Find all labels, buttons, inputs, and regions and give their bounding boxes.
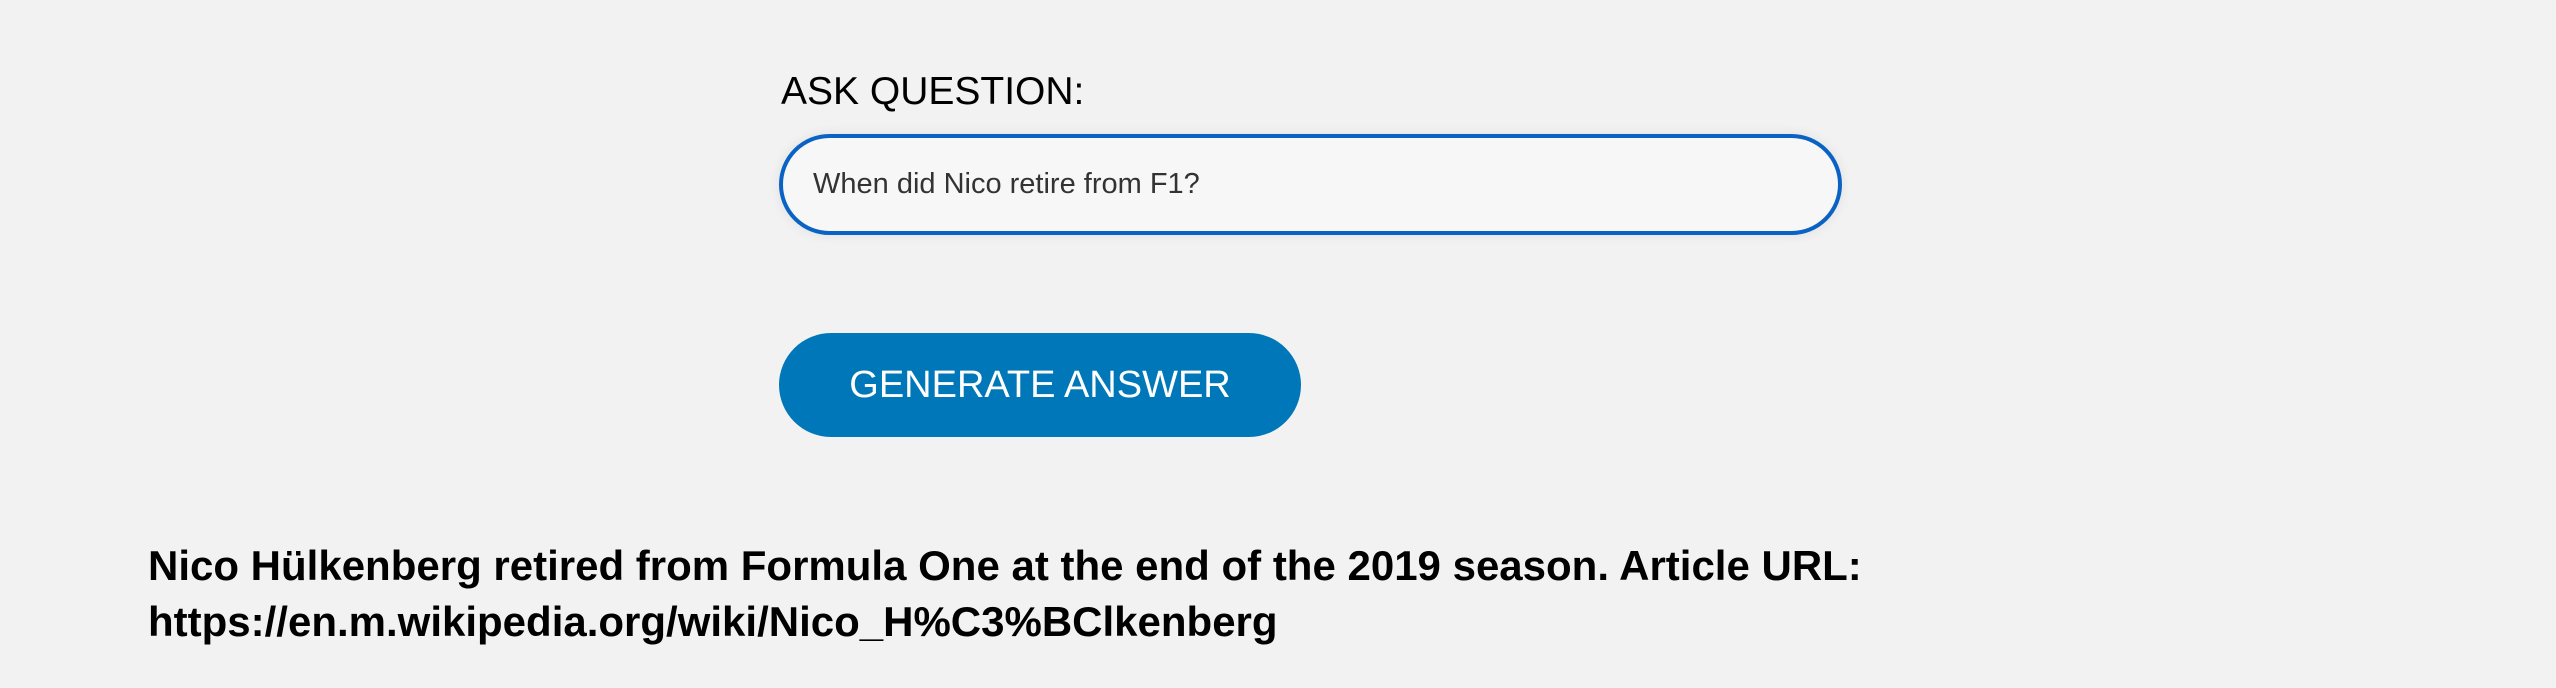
question-input[interactable]: [779, 134, 1842, 235]
answer-text: Nico Hülkenberg retired from Formula One…: [148, 542, 1862, 645]
generate-answer-button[interactable]: GENERATE ANSWER: [779, 333, 1301, 437]
ask-question-label: ASK QUESTION:: [781, 70, 1085, 113]
